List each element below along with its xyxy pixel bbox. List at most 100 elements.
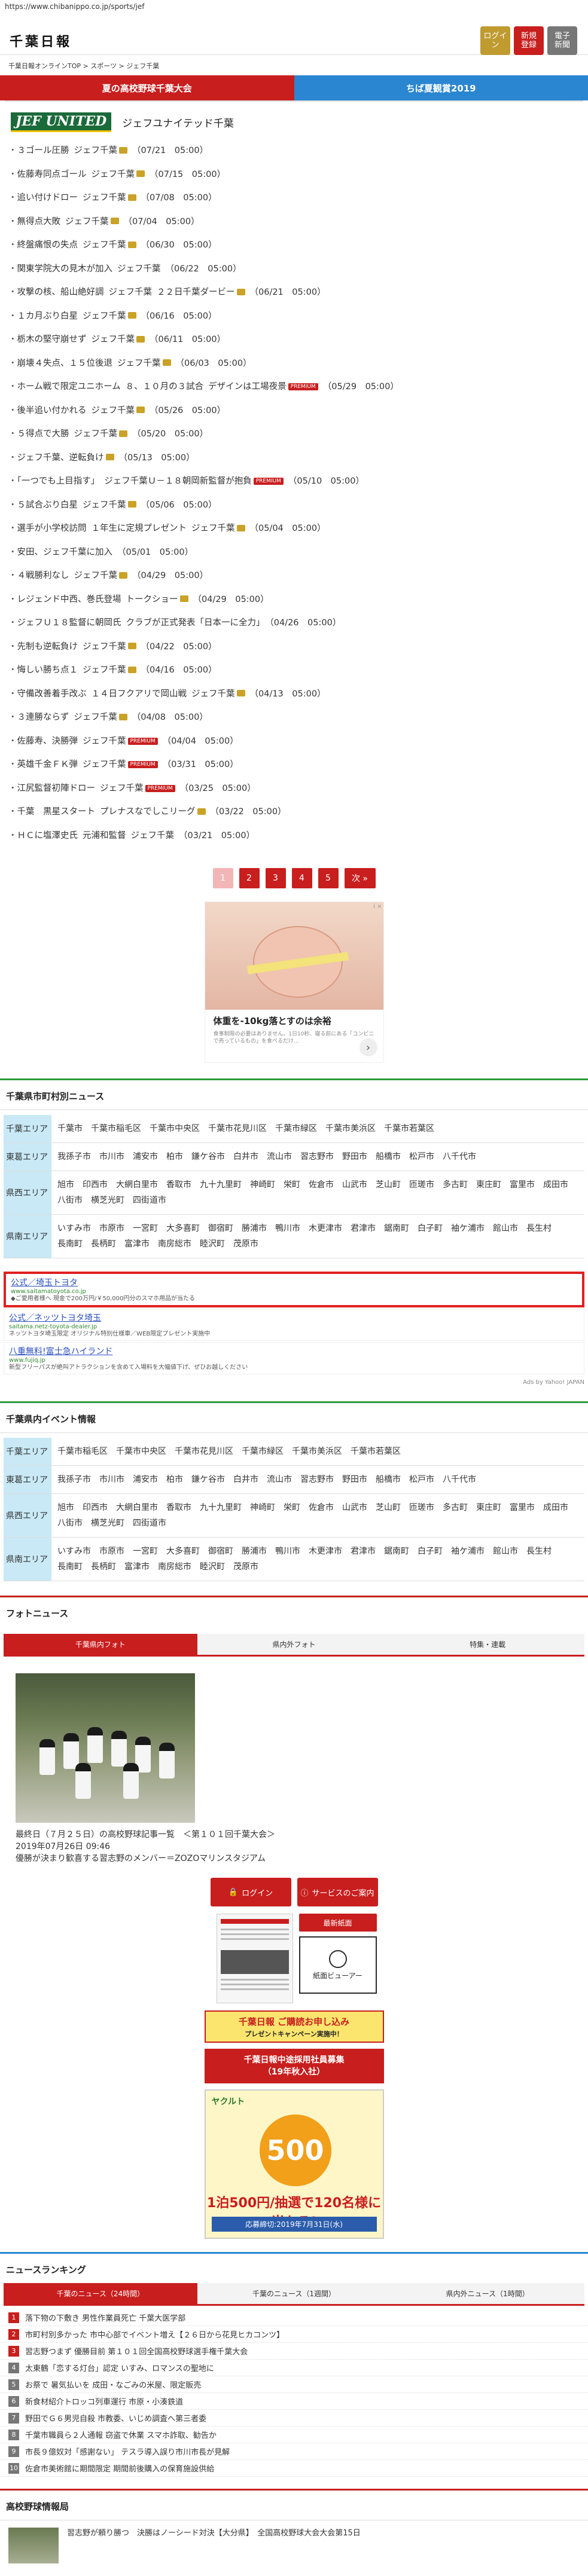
city-link[interactable]: 鴨川市: [275, 1547, 300, 1556]
ad-listing[interactable]: 公式／ネッツトヨタ埼玉 saitama.netz-toyota-dealer.j…: [4, 1309, 584, 1341]
ranking-item[interactable]: 10 佐倉市美術館に期間限定 期間前後購入の保育施設供給: [0, 2460, 588, 2477]
url-bar[interactable]: https://www.chibanippo.co.jp/sports/jef: [0, 0, 588, 13]
city-link[interactable]: 茂原市: [233, 1562, 258, 1572]
city-link[interactable]: 千葉市中央区: [116, 1447, 166, 1456]
city-link[interactable]: 浦安市: [133, 1475, 158, 1484]
city-link[interactable]: 千葉市中央区: [150, 1124, 200, 1133]
city-link[interactable]: 佐倉市: [309, 1503, 334, 1512]
ranking-item[interactable]: 1 落下物の下敷き 男性作業員死亡 千葉大医学部: [0, 2309, 588, 2326]
city-link[interactable]: 野田市: [342, 1475, 367, 1484]
news-item[interactable]: ・英雄千金ＦＫ弾 ジェフ千葉 PREMIUM （03/31 05:00）: [8, 753, 580, 777]
city-link[interactable]: 館山市: [493, 1547, 518, 1556]
city-link[interactable]: 長柄町: [91, 1239, 116, 1249]
city-link[interactable]: 佐倉市: [309, 1180, 334, 1190]
city-link[interactable]: 袖ケ浦市: [451, 1547, 485, 1556]
e-paper-button[interactable]: 電子 新聞: [547, 26, 577, 55]
city-link[interactable]: 栄町: [284, 1503, 300, 1512]
banner-highschool-baseball[interactable]: 夏の高校野球千葉大会: [0, 75, 294, 100]
news-title[interactable]: １カ月ぶり白星: [17, 311, 78, 321]
paper-viewer-button[interactable]: 紙面ビューアー: [298, 1936, 377, 1994]
ad-info-icon[interactable]: i ×: [373, 903, 382, 910]
register-button[interactable]: 新規 登録: [514, 26, 544, 55]
city-link[interactable]: 御宿町: [208, 1224, 233, 1233]
news-title[interactable]: 佐藤寿、決勝弾: [17, 737, 78, 746]
news-item[interactable]: ・ホーム戦で限定ユニホーム ８、１０月の３試合 デザインは工場夜景 PREMIUM （0…: [8, 375, 580, 399]
city-link[interactable]: 白子町: [418, 1224, 443, 1233]
page-1-button[interactable]: 1: [212, 868, 233, 888]
city-link[interactable]: 流山市: [267, 1475, 292, 1484]
news-title[interactable]: 後半追い付かれる: [17, 406, 87, 415]
city-link[interactable]: 大多喜町: [166, 1224, 200, 1233]
city-link[interactable]: 千葉市美浜区: [292, 1447, 342, 1456]
city-link[interactable]: 八千代市: [443, 1475, 476, 1484]
ranking-item[interactable]: 5 お祭で 暑気払いを 成田・なごみの米屋、限定販売: [0, 2376, 588, 2393]
city-link[interactable]: 松戸市: [409, 1152, 434, 1162]
city-link[interactable]: 野田市: [342, 1152, 367, 1162]
news-title[interactable]: 先制も逆転負け: [17, 642, 78, 652]
news-title[interactable]: ３連勝ならず: [17, 713, 69, 722]
subscription-campaign-banner[interactable]: 千葉日報 ご購読お申し込み プレゼントキャンペーン実施中！: [204, 2010, 384, 2043]
ranking-title[interactable]: 野田でＧ６男児自殺 市教委、いじめ調査へ第三者委: [25, 2412, 206, 2424]
city-link[interactable]: 南房総市: [158, 1239, 191, 1249]
city-link[interactable]: 南房総市: [158, 1562, 191, 1572]
news-item[interactable]: ・ジェフＵ１８監督に朝岡氏 クラブが正式発表「日本一に全力」 （04/26 05:0…: [8, 612, 580, 635]
city-link[interactable]: 鎌ケ谷市: [191, 1475, 225, 1484]
city-link[interactable]: 千葉市花見川区: [175, 1447, 233, 1456]
news-item[interactable]: ・選手が小学校訪問 １年生に定規プレゼント ジェフ千葉 （05/04 05:00）: [8, 517, 580, 541]
news-title[interactable]: 江尻監督初陣ドロー: [17, 784, 96, 793]
city-link[interactable]: 千葉市花見川区: [208, 1124, 267, 1133]
city-link[interactable]: 柏市: [166, 1152, 183, 1162]
city-link[interactable]: 旭市: [57, 1180, 74, 1190]
news-title[interactable]: 終盤痛恨の失点: [17, 240, 78, 250]
city-link[interactable]: 成田市: [543, 1180, 568, 1190]
city-link[interactable]: 君津市: [351, 1547, 376, 1556]
news-item[interactable]: ・５試合ぶり白星 ジェフ千葉 （05/06 05:00）: [8, 494, 580, 518]
city-link[interactable]: 白井市: [233, 1475, 258, 1484]
city-link[interactable]: 東庄町: [476, 1503, 501, 1512]
ranking-title[interactable]: 千葉市職員ら２人通報 窃盗で休業 スマホ詐取、勧告か: [25, 2429, 217, 2440]
city-link[interactable]: 我孫子市: [57, 1152, 91, 1162]
page-3-button[interactable]: 3: [265, 868, 286, 888]
news-title[interactable]: 関東学院大の見木が加入: [17, 264, 113, 274]
news-item[interactable]: ・３連勝ならず ジェフ千葉 （04/08 05:00）: [8, 706, 580, 730]
tab-ranking-outside[interactable]: 県内外ニュース（1時間）: [391, 2283, 585, 2306]
city-link[interactable]: 匝瑳市: [409, 1180, 434, 1190]
city-link[interactable]: 印西市: [83, 1503, 108, 1512]
city-link[interactable]: 御宿町: [208, 1547, 233, 1556]
city-link[interactable]: 木更津市: [309, 1224, 342, 1233]
news-title[interactable]: ジェフ千葉、逆転負け: [17, 453, 104, 463]
city-link[interactable]: 長南町: [57, 1562, 83, 1572]
city-link[interactable]: 神崎町: [250, 1503, 275, 1512]
photo-image[interactable]: [16, 1673, 195, 1823]
city-link[interactable]: 旭市: [57, 1503, 74, 1512]
city-link[interactable]: いすみ市: [57, 1224, 91, 1233]
city-link[interactable]: 館山市: [493, 1224, 518, 1233]
ranking-item[interactable]: 7 野田でＧ６男児自殺 市教委、いじめ調査へ第三者委: [0, 2410, 588, 2427]
city-link[interactable]: 千葉市若葉区: [351, 1447, 401, 1456]
city-link[interactable]: 山武市: [342, 1180, 367, 1190]
city-link[interactable]: 香取市: [166, 1503, 191, 1512]
ranking-item[interactable]: 3 習志野つまず 優勝目前 第１０１回全国高校野球選手権千葉大会: [0, 2343, 588, 2360]
city-link[interactable]: 九十九里町: [200, 1180, 242, 1190]
news-item[interactable]: ・崩壊４失点、１５位後退 ジェフ千葉 （06/03 05:00）: [8, 352, 580, 376]
city-link[interactable]: 富津市: [124, 1562, 150, 1572]
news-item[interactable]: ・佐藤寿、決勝弾 ジェフ千葉 PREMIUM （04/04 05:00）: [8, 730, 580, 754]
city-link[interactable]: 富津市: [124, 1239, 150, 1249]
city-link[interactable]: 長柄町: [91, 1562, 116, 1572]
news-item[interactable]: ・後半追い付かれる ジェフ千葉 （05/26 05:00）: [8, 399, 580, 423]
monitor-campaign-banner[interactable]: ヤクルト 500 1泊500円/抽選で120名様に当たる! 応募締切:2019年…: [204, 2089, 384, 2239]
city-link[interactable]: 富里市: [510, 1180, 535, 1190]
city-link[interactable]: 船橋市: [376, 1475, 401, 1484]
city-link[interactable]: 千葉市稲毛区: [91, 1124, 141, 1133]
news-title[interactable]: 無得点大敗: [17, 217, 61, 227]
news-item[interactable]: ・攻撃の核、船山絶好調 ジェフ千葉 ２２日千葉ダービー （06/21 05:00）: [8, 281, 580, 305]
city-link[interactable]: 富里市: [510, 1503, 535, 1512]
recruit-banner[interactable]: 千葉日報中途採用社員募集 （19年秋入社）: [204, 2049, 384, 2083]
news-title[interactable]: レジェンド中西、巻氏登場: [17, 595, 121, 604]
city-link[interactable]: 九十九里町: [200, 1503, 242, 1512]
city-link[interactable]: 勝浦市: [242, 1547, 267, 1556]
city-link[interactable]: 流山市: [267, 1152, 292, 1162]
city-link[interactable]: 四街道市: [133, 1196, 166, 1205]
city-link[interactable]: 大網白里市: [116, 1503, 158, 1512]
news-title[interactable]: ホーム戦で限定ユニホーム: [17, 382, 121, 392]
